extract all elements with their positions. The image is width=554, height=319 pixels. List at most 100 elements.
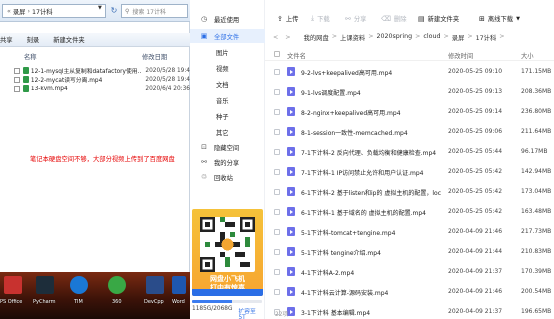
column-filename-header[interactable]: 文件名 xyxy=(287,51,306,60)
explorer-file-row[interactable]: 12-2-mycat读写分离.mp4 2020/5/28 19:4 xyxy=(14,75,190,84)
share-button[interactable]: ⚯ 分享 xyxy=(345,14,367,24)
upload-button[interactable]: ⇪ 上传 xyxy=(277,14,298,24)
pycharm-icon[interactable] xyxy=(36,276,54,294)
share-label: 分享 xyxy=(353,16,367,23)
storage-usage-text: 1185G/2068G xyxy=(192,306,233,312)
toolbar-burn-button[interactable]: 刻录 xyxy=(27,35,40,44)
sidebar-item-recycle-bin[interactable]: ♲ 回收站 xyxy=(190,170,265,184)
row-checkbox[interactable] xyxy=(274,289,280,295)
file-row[interactable]: 4-1下计科A-2.mp4 2020-04-09 21:37 170.39MB xyxy=(265,262,554,282)
sidebar-item-recent[interactable]: ◷ 最近使用 xyxy=(190,12,265,26)
file-name: 9-1-lvs调度配置.mp4 xyxy=(301,90,361,97)
breadcrumb-item[interactable]: 上课资料 xyxy=(340,33,365,42)
file-row[interactable]: 6-1下计科-2 基于listen和ip的 虚拟主机的配置，loc... 2020… xyxy=(265,182,554,202)
row-checkbox[interactable] xyxy=(14,76,20,83)
devcpp-icon[interactable] xyxy=(146,276,164,294)
row-checkbox[interactable] xyxy=(274,189,280,195)
offline-download-button[interactable]: ⊞ 离线下载 ▼ xyxy=(479,14,520,24)
file-name: 13-kvm.mp4 xyxy=(30,85,68,92)
sidebar-item-hidden-space[interactable]: ⊡ 隐藏空间 xyxy=(190,140,265,154)
upload-icon: ⇪ xyxy=(277,14,283,23)
explorer-path-field[interactable]: « 录屏 › 17计科 xyxy=(2,4,106,18)
file-row[interactable]: 5-1下计科 tengine介绍.mp4 2020-04-09 21:44 210.… xyxy=(265,242,554,262)
sidebar-item-other[interactable]: 其它 xyxy=(190,125,265,139)
sidebar-item-my-shares[interactable]: ⚯ 我的分享 xyxy=(190,155,265,169)
file-row[interactable]: 8-2-nginx+keepalived高可用.mp4 2020-05-25 09… xyxy=(265,102,554,122)
sidebar-item-videos[interactable]: 视频 xyxy=(190,61,265,75)
back-arrow-icon[interactable]: < xyxy=(273,34,278,41)
row-checkbox[interactable] xyxy=(274,229,280,235)
breadcrumb-item[interactable]: 17计科 xyxy=(476,33,497,42)
item-count: 22项 xyxy=(275,312,289,318)
sidebar-item-all-files[interactable]: ▣ 全部文件 xyxy=(190,29,265,43)
file-size: 171.15MB xyxy=(521,68,552,75)
path-segment-class[interactable]: 17计科 xyxy=(32,7,53,16)
row-checkbox[interactable] xyxy=(14,67,20,74)
explorer-file-row[interactable]: 13-kvm.mp4 2020/6/4 20:36 xyxy=(14,84,190,93)
column-date-header[interactable]: 修改日期 xyxy=(142,52,167,61)
file-row[interactable]: 9-1-lvs调度配置.mp4 2020-05-25 09:13 208.36MB xyxy=(265,82,554,102)
refresh-icon[interactable]: ↻ xyxy=(109,4,119,18)
file-row[interactable]: 4-1下计科云计算-源码安装.mp4 2020-04-09 21:46 200.54… xyxy=(265,282,554,302)
file-date: 2020/5/28 19:4 xyxy=(145,76,190,83)
path-segment-recordings[interactable]: 录屏 xyxy=(13,7,26,16)
row-checkbox[interactable] xyxy=(14,85,20,92)
word-icon[interactable] xyxy=(172,276,186,294)
column-modified-header[interactable]: 修改时间 xyxy=(448,51,473,60)
file-row[interactable]: 7-1下计科-1 IP访问禁止允许和用户认证.mp4 2020-05-25 05:… xyxy=(265,162,554,182)
search-placeholder: 搜索 17计科 xyxy=(132,8,166,16)
path-separator-icon: › xyxy=(27,7,30,15)
new-folder-button[interactable]: ▤ 新建文件夹 xyxy=(418,14,460,24)
row-checkbox[interactable] xyxy=(274,169,280,175)
row-checkbox[interactable] xyxy=(274,249,280,255)
explorer-file-row[interactable]: 12-1-mysql主从复制和datafactory使用... 2020/5/2… xyxy=(14,66,190,75)
row-checkbox[interactable] xyxy=(274,129,280,135)
row-checkbox[interactable] xyxy=(274,149,280,155)
file-date: 2020/5/28 19:4 xyxy=(145,67,190,74)
file-row[interactable]: 5-1下计科-tomcat+tengine.mp4 2020-04-09 21:4… xyxy=(265,222,554,242)
column-size-header[interactable]: 大小 xyxy=(521,51,534,60)
video-file-icon xyxy=(287,167,295,176)
360-icon[interactable] xyxy=(108,276,126,294)
breadcrumb-separator-icon: > xyxy=(415,32,421,40)
desktop-icon-label: Word xyxy=(172,299,185,305)
row-checkbox[interactable] xyxy=(274,109,280,115)
breadcrumb-item[interactable]: 我的网盘 xyxy=(304,33,329,42)
column-name-header[interactable]: 名称 xyxy=(24,52,37,61)
sidebar-item-music[interactable]: 音乐 xyxy=(190,93,265,107)
row-checkbox[interactable] xyxy=(274,269,280,275)
new-folder-label: 新建文件夹 xyxy=(427,16,460,23)
wps-office-icon[interactable] xyxy=(4,276,22,294)
toolbar-share-button[interactable]: 共享 xyxy=(0,35,13,44)
breadcrumb-item[interactable]: 录屏 xyxy=(452,33,465,42)
path-dropdown-icon[interactable]: ▼ xyxy=(98,5,102,11)
file-name: 5-1下计科-tomcat+tengine.mp4 xyxy=(301,230,396,237)
breadcrumb-separator-icon: > xyxy=(499,32,505,40)
video-file-icon xyxy=(287,247,295,256)
tim-icon[interactable] xyxy=(70,276,88,294)
row-checkbox[interactable] xyxy=(274,89,280,95)
explorer-column-header: 名称 修改日期 xyxy=(0,50,190,62)
delete-button[interactable]: ⌫ 删除 xyxy=(381,14,407,24)
file-row[interactable]: 8-1-session一致性-memcached.mp4 2020-05-25 0… xyxy=(265,122,554,142)
breadcrumb-item[interactable]: cloud xyxy=(423,33,440,42)
breadcrumb-item[interactable]: 2020spring xyxy=(377,33,413,42)
promo-banner[interactable]: 网盘小飞机 打中有惊喜 xyxy=(192,209,263,296)
expand-storage-link[interactable]: 扩容至5T xyxy=(238,306,263,319)
row-checkbox[interactable] xyxy=(274,209,280,215)
file-row[interactable]: 9-2-lvs+keepalived高可用.mp4 2020-05-25 09:1… xyxy=(265,62,554,82)
sidebar-item-torrents[interactable]: 种子 xyxy=(190,109,265,123)
row-checkbox[interactable] xyxy=(274,69,280,75)
file-size: 170.39MB xyxy=(521,268,552,275)
toolbar-new-folder-button[interactable]: 新建文件夹 xyxy=(53,35,84,44)
explorer-search-input[interactable]: ⚲ 搜索 17计科 xyxy=(121,4,188,18)
sidebar-item-images[interactable]: 图片 xyxy=(190,45,265,59)
download-button[interactable]: ⤓ 下载 xyxy=(311,14,330,23)
desktop-icon-label: PyCharm xyxy=(33,299,56,305)
select-all-checkbox[interactable] xyxy=(274,51,280,57)
file-row[interactable]: 6-1下计科-1 基于域名的 虚拟主机的配置.mp4 2020-05-25 05:… xyxy=(265,202,554,222)
forward-arrow-icon[interactable]: > xyxy=(285,34,290,41)
sidebar-item-docs[interactable]: 文档 xyxy=(190,77,265,91)
offline-download-label: 离线下载 xyxy=(487,16,514,23)
file-row[interactable]: 7-1下计科-2 反向代理、负载均衡和健康检查.mp4 2020-05-25 05… xyxy=(265,142,554,162)
